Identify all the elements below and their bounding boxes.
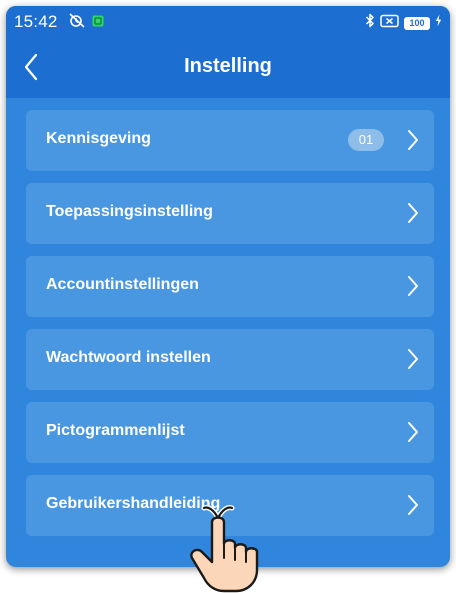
alarm-off-icon xyxy=(68,13,86,33)
app-header: Instelling xyxy=(6,36,450,98)
sim-off-icon xyxy=(380,14,399,33)
menu-item-wachtwoord-instellen[interactable]: Wachtwoord instellen xyxy=(26,329,434,390)
app-screen: 15:42 100 Instelling Kennisgeving 01 Toe… xyxy=(6,6,450,567)
menu-item-label: Toepassingsinstelling xyxy=(46,203,213,220)
page-title: Instelling xyxy=(184,55,272,77)
chevron-right-icon xyxy=(408,349,418,369)
menu-item-label: Accountinstellingen xyxy=(46,276,199,293)
app-icon xyxy=(92,14,104,32)
menu-item-label: Kennisgeving xyxy=(46,130,151,147)
chevron-right-icon xyxy=(408,203,418,223)
status-time: 15:42 xyxy=(14,12,58,31)
menu-item-kennisgeving[interactable]: Kennisgeving 01 xyxy=(26,110,434,171)
bluetooth-icon xyxy=(365,13,375,33)
charging-icon xyxy=(435,14,442,32)
menu-item-label: Wachtwoord instellen xyxy=(46,349,211,366)
menu-item-toepassingsinstelling[interactable]: Toepassingsinstelling xyxy=(26,183,434,244)
status-right-icons: 100 xyxy=(365,13,442,33)
settings-menu: Kennisgeving 01 Toepassingsinstelling Ac… xyxy=(26,110,434,548)
menu-item-accountinstellingen[interactable]: Accountinstellingen xyxy=(26,256,434,317)
menu-item-label: Pictogrammenlijst xyxy=(46,422,185,439)
status-left-icons xyxy=(68,13,104,33)
chevron-right-icon xyxy=(408,495,418,515)
pointing-hand-icon xyxy=(190,505,259,593)
chevron-right-icon xyxy=(408,130,418,150)
chevron-right-icon xyxy=(408,276,418,296)
status-bar: 15:42 100 xyxy=(6,6,450,36)
battery-icon: 100 xyxy=(404,16,430,30)
notification-count-badge: 01 xyxy=(348,129,384,151)
menu-item-pictogrammenlijst[interactable]: Pictogrammenlijst xyxy=(26,402,434,463)
chevron-right-icon xyxy=(408,422,418,442)
